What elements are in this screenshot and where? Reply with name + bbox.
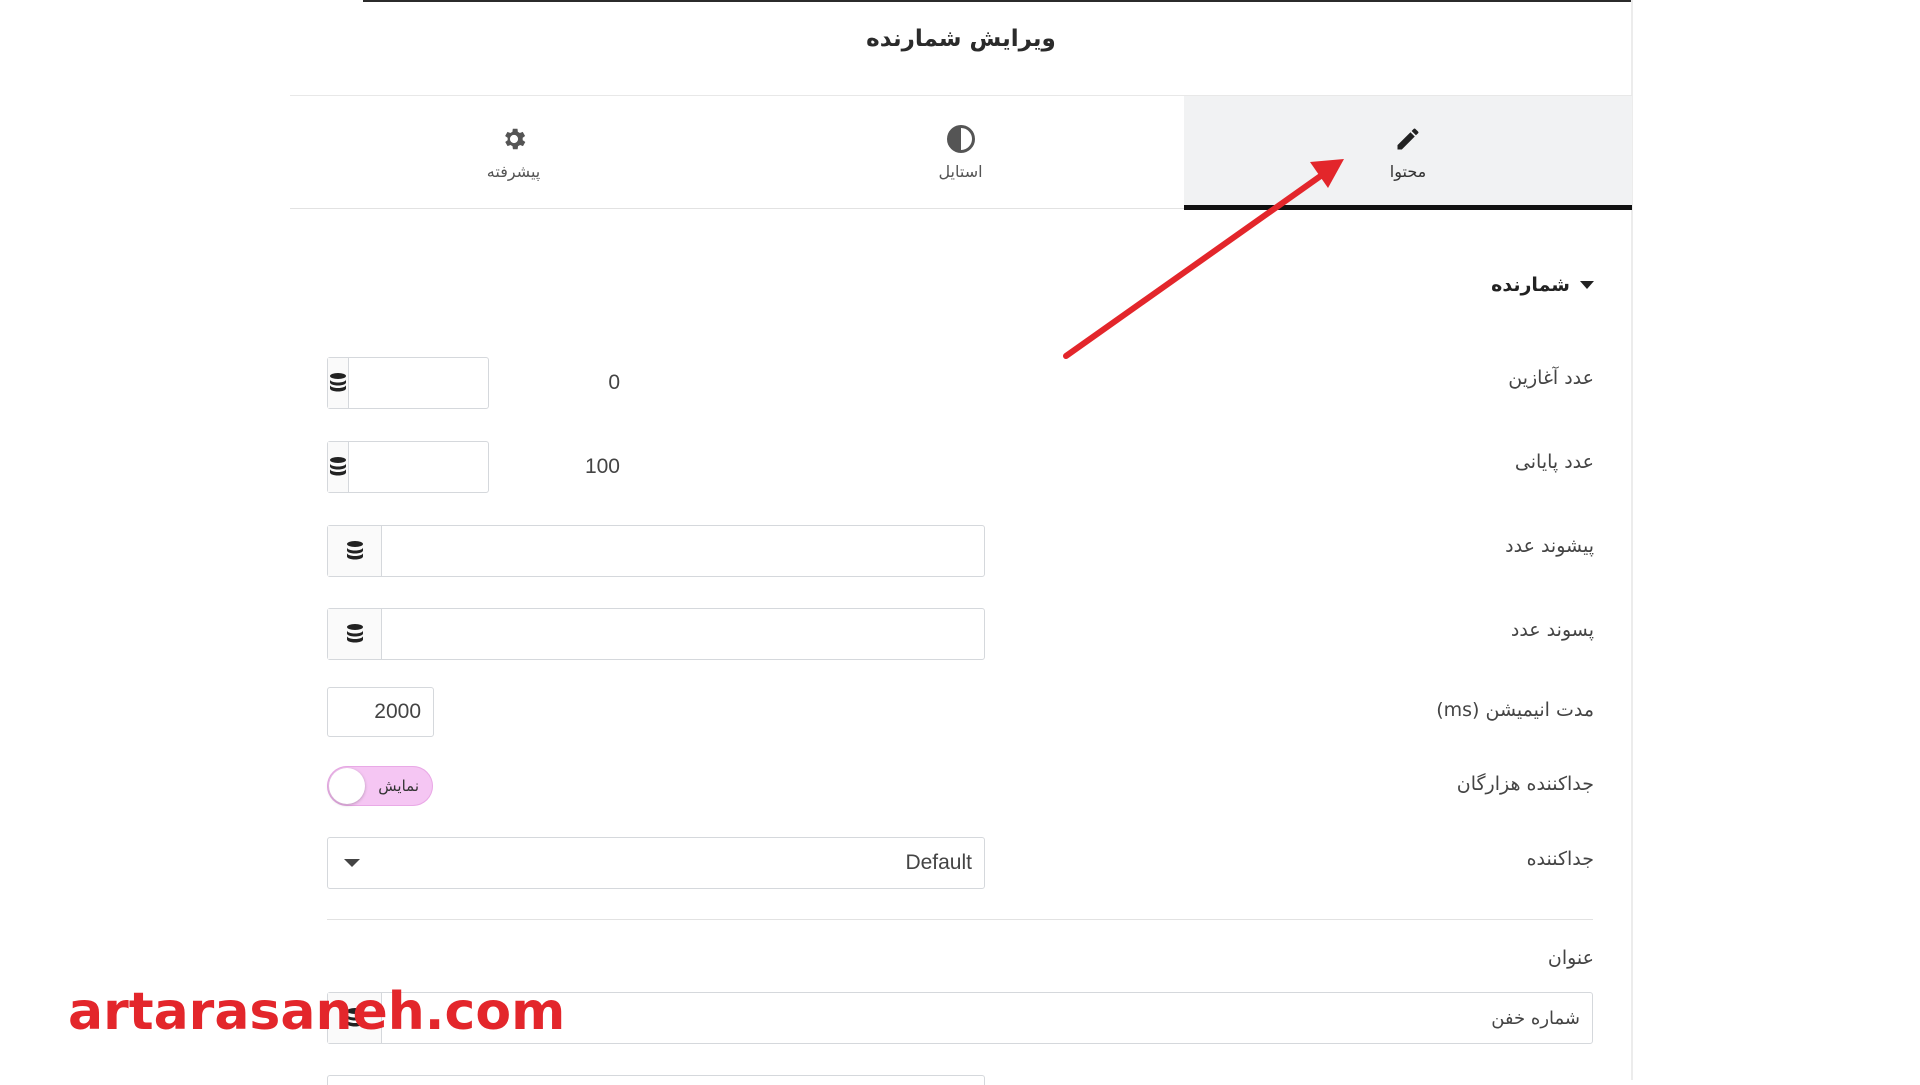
tab-style[interactable]: استایل	[737, 96, 1184, 209]
section-divider	[327, 919, 1593, 920]
number-suffix-input[interactable]	[382, 609, 984, 659]
toggle-label: نمایش	[378, 777, 419, 795]
gear-icon	[499, 124, 529, 154]
pencil-icon	[1393, 124, 1423, 154]
database-icon	[346, 624, 363, 643]
dynamic-tags-button[interactable]	[328, 358, 349, 408]
dynamic-tags-button[interactable]	[328, 442, 349, 492]
watermark-text: artarasaneh.com	[68, 982, 566, 1042]
caret-down-icon	[1580, 281, 1594, 289]
top-divider-line	[363, 0, 1633, 2]
tab-advanced[interactable]: پیشرفته	[290, 96, 737, 209]
tab-bar: پیشرفته استایل محتوا	[290, 95, 1632, 210]
number-suffix-label: پسوند عدد	[1510, 619, 1594, 641]
title-label: عنوان	[1547, 947, 1594, 969]
number-suffix-field	[327, 608, 985, 660]
end-number-input[interactable]	[349, 442, 632, 492]
animation-duration-label: مدت انیمیشن (ms)	[1436, 699, 1594, 721]
database-icon	[346, 541, 363, 560]
dynamic-tags-button[interactable]	[328, 609, 382, 659]
thousand-separator-toggle[interactable]: نمایش	[327, 766, 433, 806]
number-prefix-input[interactable]	[382, 526, 984, 576]
animation-duration-input[interactable]	[327, 687, 434, 737]
half-circle-icon	[946, 124, 976, 154]
next-field-edge	[327, 1075, 985, 1085]
start-number-input[interactable]	[349, 358, 632, 408]
section-title: شمارنده	[1491, 274, 1570, 296]
tab-content-label: محتوا	[1389, 162, 1427, 181]
end-number-field	[327, 441, 632, 493]
start-number-field	[327, 357, 632, 409]
number-prefix-label: پیشوند عدد	[1505, 535, 1594, 557]
end-number-label: عدد پایانی	[1514, 451, 1594, 473]
thousand-separator-label: جداکننده هزارگان	[1456, 773, 1594, 795]
database-icon	[330, 457, 346, 476]
number-prefix-field	[327, 525, 985, 577]
separator-label: جداکننده	[1526, 848, 1594, 870]
separator-selected-value: Default	[905, 851, 972, 874]
toggle-knob	[329, 768, 365, 804]
separator-select[interactable]: Default	[327, 837, 985, 889]
chevron-down-icon	[344, 859, 360, 867]
tab-style-label: استایل	[938, 162, 983, 181]
tab-content[interactable]: محتوا	[1184, 96, 1632, 210]
start-number-label: عدد آغازین	[1508, 367, 1594, 389]
panel-title: ویرایش شمارنده	[866, 26, 1056, 52]
tab-advanced-label: پیشرفته	[486, 162, 541, 181]
database-icon	[330, 373, 346, 392]
dynamic-tags-button[interactable]	[328, 526, 382, 576]
section-toggle-counter[interactable]: شمارنده	[1300, 270, 1594, 300]
